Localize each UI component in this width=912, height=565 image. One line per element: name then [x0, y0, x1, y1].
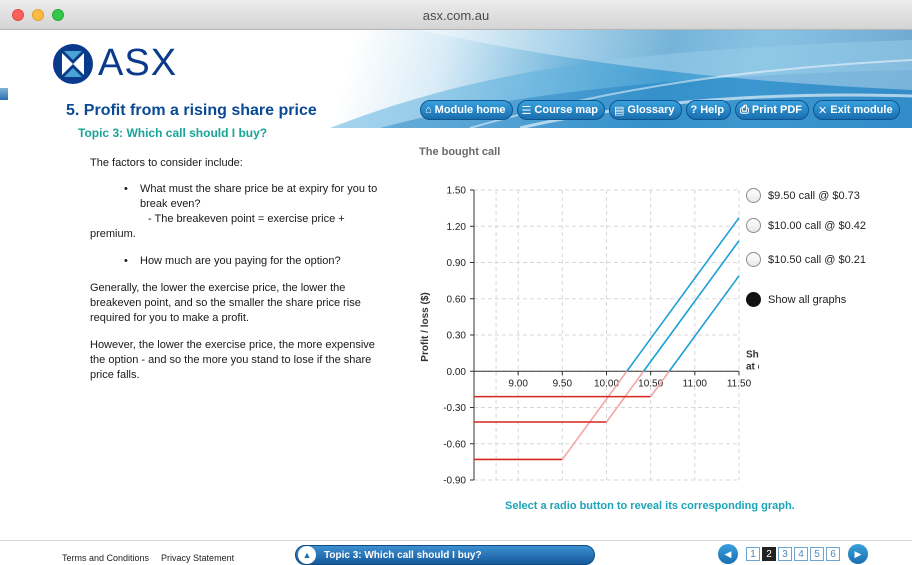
x-tick-label: 11.50: [727, 378, 752, 389]
asx-logo: ASX: [52, 42, 177, 85]
x-axis-label-line: at expiry ($): [746, 361, 759, 372]
x-axis-label: Share priceat expiry ($): [746, 349, 759, 372]
privacy-link[interactable]: Privacy Statement: [161, 553, 234, 563]
next-page-icon[interactable]: ▶: [848, 544, 868, 564]
content-text: The factors to consider include: What mu…: [90, 156, 390, 383]
x-tick-label: 9.00: [508, 378, 528, 389]
x-tick-label: 9.50: [553, 378, 573, 389]
nav-button-label: Print PDF: [751, 104, 803, 116]
asx-logo-mark-icon: [53, 43, 93, 84]
intro-text: The factors to consider include:: [90, 157, 243, 169]
nav-course-map-button[interactable]: ☰ Course map: [516, 100, 605, 120]
instruction-hint: Select a radio button to reveal its corr…: [505, 500, 795, 512]
radio-button[interactable]: [746, 292, 761, 307]
nav-print-pdf-button[interactable]: ⎙ Print PDF: [735, 100, 810, 120]
book-icon: ▤: [614, 104, 625, 117]
page-4-button[interactable]: 4: [794, 547, 808, 561]
terms-link[interactable]: Terms and Conditions: [62, 553, 149, 563]
page-5-button[interactable]: 5: [810, 547, 824, 561]
footer-links: Terms and Conditions Privacy Statement: [62, 553, 234, 563]
left-edge-decoration: [0, 88, 8, 100]
y-tick-label: 0.00: [447, 367, 467, 378]
chart-title: The bought call: [419, 146, 501, 158]
y-tick-label: 0.60: [447, 294, 467, 305]
page-title: 5. Profit from a rising share price: [66, 102, 317, 119]
graph-option-4[interactable]: Show all graphs: [746, 292, 846, 307]
topic-selector[interactable]: ▲ Topic 3: Which call should I buy?: [295, 545, 595, 565]
question-icon: ?: [690, 104, 698, 116]
bullet-breakeven: What must the share price be at expiry f…: [90, 182, 390, 212]
nav-module-home-button[interactable]: ⌂ Module home: [420, 100, 513, 120]
nav-glossary-button[interactable]: ▤ Glossary: [609, 100, 682, 120]
series-2-profit-line: [642, 240, 740, 372]
page-2-button[interactable]: 2: [762, 547, 776, 561]
nav-button-label: Glossary: [627, 104, 675, 116]
topic-up-icon[interactable]: ▲: [298, 546, 316, 564]
page-6-button[interactable]: 6: [826, 547, 840, 561]
browser-window: asx.com.au ASX 5. Profit from a rising s…: [0, 0, 912, 565]
y-tick-label: -0.60: [443, 439, 466, 450]
graph-option-3[interactable]: $10.50 call @ $0.21: [746, 252, 866, 267]
nav-exit-module-button[interactable]: ✕ Exit module: [813, 100, 900, 120]
radio-label: $10.00 call @ $0.42: [768, 219, 867, 232]
y-tick-label: 0.30: [447, 331, 467, 342]
profit-loss-chart: 1.50 1.20 0.90 0.60 0.30 0.00 -0.30 -0.60 -0.90 9…: [420, 186, 759, 487]
page-pager: ◀ 1 2 3 4 5 6 ▶: [718, 544, 868, 564]
graph-option-2[interactable]: $10.00 call @ $0.42: [746, 218, 866, 233]
radio-label: Show all graphs: [768, 293, 847, 306]
nav-button-label: Help: [700, 104, 725, 116]
prev-page-icon[interactable]: ◀: [718, 544, 738, 564]
y-tick-label: 1.50: [447, 186, 467, 197]
breakeven-formula: - The breakeven point = exercise price +: [148, 213, 345, 225]
bullet-premium: How much are you paying for the option?: [90, 254, 390, 269]
y-axis-label: Profit / loss ($): [420, 292, 431, 361]
y-tick-label: 1.20: [447, 222, 467, 233]
page-3-button[interactable]: 3: [778, 547, 792, 561]
radio-button[interactable]: [746, 252, 761, 267]
nav-help-button[interactable]: ? Help: [685, 100, 732, 120]
house-icon: ⌂: [425, 104, 432, 116]
y-tick-label: 0.90: [447, 258, 467, 269]
radio-button[interactable]: [746, 218, 761, 233]
series-3-profit-line: [668, 275, 740, 372]
radio-label: $10.50 call @ $0.21: [768, 253, 867, 266]
graph-option-1[interactable]: $9.50 call @ $0.73: [746, 188, 860, 203]
x-tick-label: 11.00: [683, 378, 708, 389]
page-1-button[interactable]: 1: [746, 547, 760, 561]
module-nav: ⌂ Module home ☰ Course map ▤ Glossary? Help ⎙ Pr…: [420, 100, 900, 120]
logo-text: ASX: [98, 42, 178, 84]
nav-button-label: Course map: [534, 104, 598, 116]
x-axis-label-line: Share price: [746, 349, 759, 360]
breakeven-formula-end: premium.: [90, 228, 136, 240]
topic-title: Topic 3: Which call should I buy?: [78, 126, 268, 140]
header-banner: ASX 5. Profit from a rising share price …: [0, 30, 912, 128]
radio-label: $9.50 call @ $0.73: [768, 189, 860, 202]
bullet-breakeven-line2: break even?: [140, 198, 201, 210]
close-icon: ✕: [818, 104, 828, 117]
paragraph-lower-exercise: Generally, the lower the exercise price,…: [90, 282, 361, 324]
title-bar: asx.com.au: [0, 0, 912, 30]
printer-icon: ⎙: [740, 103, 749, 116]
window-title: asx.com.au: [422, 8, 490, 23]
topic-selector-label: Topic 3: Which call should I buy?: [324, 549, 482, 561]
y-tick-label: -0.30: [443, 403, 466, 414]
radio-button[interactable]: [746, 188, 761, 203]
series-1-profit-line: [626, 217, 740, 372]
nav-button-label: Exit module: [830, 104, 893, 116]
nav-button-label: Module home: [434, 104, 506, 116]
y-tick-label: -0.90: [443, 476, 466, 487]
map-icon: ☰: [521, 104, 532, 117]
paragraph-more-expensive: However, the lower the exercise price, t…: [90, 339, 375, 381]
bullet-breakeven-line1: What must the share price be at expiry f…: [140, 183, 378, 195]
